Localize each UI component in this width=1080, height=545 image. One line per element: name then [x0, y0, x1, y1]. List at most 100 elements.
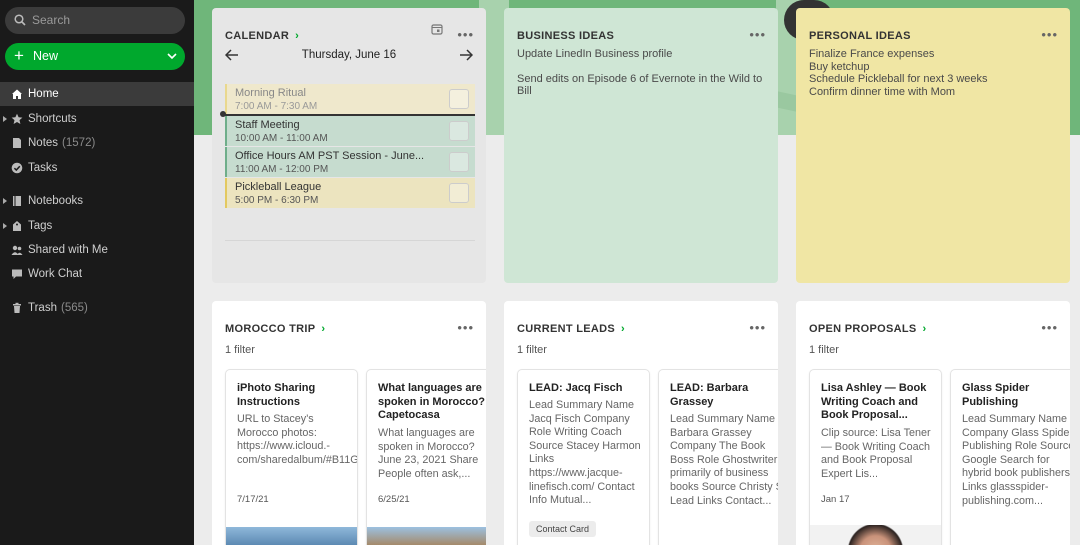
open-proposals-widget: OPEN PROPOSALS › ••• 1 filter Lisa Ashley… — [796, 301, 1070, 545]
event-time: 5:00 PM - 6:30 PM — [235, 195, 319, 206]
sidebar-item-notebooks[interactable]: Notebooks — [0, 189, 194, 213]
widget-title[interactable]: PERSONAL IDEAS — [809, 30, 911, 42]
card-title: What languages are spoken in Morocco? | … — [378, 382, 486, 421]
event-time: 10:00 AM - 11:00 AM — [235, 133, 328, 144]
card-title: iPhoto Sharing Instructions — [237, 382, 316, 408]
widget-title[interactable]: OPEN PROPOSALS › — [809, 323, 926, 335]
add-note-icon[interactable] — [449, 183, 469, 203]
note-card[interactable]: Lisa Ashley — Book Writing Coach and Boo… — [809, 369, 942, 545]
more-options-icon[interactable]: ••• — [749, 321, 766, 334]
current-leads-widget: CURRENT LEADS › ••• 1 filter LEAD: Jacq F… — [504, 301, 778, 545]
sidebar-item-home[interactable]: Home — [0, 82, 194, 106]
people-icon — [11, 245, 23, 255]
note-card[interactable]: LEAD: Jacq Fisch Lead Summary Name Jacq … — [517, 369, 650, 545]
business-ideas-widget[interactable]: BUSINESS IDEAS ••• Update LinedIn Busine… — [504, 8, 778, 283]
expand-icon[interactable] — [3, 198, 7, 204]
sidebar-item-tasks[interactable]: Tasks — [0, 156, 194, 180]
sidebar-item-label: Work Chat — [28, 268, 83, 280]
check-circle-icon — [11, 162, 23, 174]
calendar-title[interactable]: CALENDAR › — [225, 30, 299, 42]
card-title: LEAD: Barbara Grassey — [670, 382, 749, 408]
add-note-icon[interactable] — [449, 89, 469, 109]
card-date: Jan 17 — [821, 494, 850, 505]
sidebar-item-tags[interactable]: Tags — [0, 214, 194, 238]
note-icon — [13, 138, 21, 148]
note-card[interactable]: LEAD: Barbara Grassey Lead Summary Name … — [658, 369, 778, 545]
more-options-icon[interactable]: ••• — [749, 28, 766, 41]
more-options-icon[interactable]: ••• — [457, 28, 474, 41]
trash-count: (565) — [60, 302, 88, 314]
calendar-event[interactable]: Pickleball League 5:00 PM - 6:30 PM — [225, 178, 475, 208]
calendar-event[interactable]: Office Hours AM PST Session - June... 11… — [225, 147, 475, 177]
event-title: Staff Meeting — [235, 119, 300, 131]
note-content: Update LinedIn Business profile Send edi… — [517, 48, 768, 98]
sidebar-item-work-chat[interactable]: Work Chat — [0, 262, 194, 286]
card-date: 7/17/21 — [237, 494, 269, 505]
tag-icon — [13, 221, 21, 231]
sidebar-item-shared[interactable]: Shared with Me — [0, 238, 194, 262]
expand-icon[interactable] — [3, 223, 7, 229]
note-line: Update LinedIn Business profile — [517, 48, 673, 60]
card-title: Lisa Ashley — Book Writing Coach and Boo… — [821, 382, 927, 421]
card-snippet: Lead Summary Name Company Glass Spider P… — [962, 413, 1070, 507]
sidebar-item-label: Shared with Me — [28, 244, 108, 256]
new-button-label: New — [33, 49, 59, 63]
note-line: Send edits on Episode 6 of Evernote in t… — [517, 72, 763, 98]
event-title: Pickleball League — [235, 181, 322, 193]
sidebar-item-label: Notebooks — [28, 195, 83, 207]
sidebar-item-label: Shortcuts — [28, 113, 77, 125]
note-line: Finalize France expenses — [809, 48, 935, 60]
chevron-down-icon[interactable] — [167, 51, 177, 61]
notebook-icon — [13, 196, 21, 206]
plus-icon: + — [14, 46, 24, 65]
morocco-trip-widget: MOROCCO TRIP › ••• 1 filter iPhoto Sharin… — [212, 301, 486, 545]
note-line: Buy ketchup — [809, 60, 870, 73]
calendar-icon[interactable] — [431, 23, 443, 35]
chat-icon — [12, 269, 22, 279]
widget-title[interactable]: BUSINESS IDEAS — [517, 30, 614, 42]
arrow-right-icon[interactable] — [459, 49, 473, 61]
card-title: LEAD: Jacq Fisch — [529, 382, 623, 394]
sidebar-item-label: Notes — [28, 137, 59, 149]
sidebar-item-shortcuts[interactable]: Shortcuts — [0, 107, 194, 131]
chevron-right-icon: › — [321, 323, 326, 335]
calendar-event[interactable]: Morning Ritual 7:00 AM - 7:30 AM — [225, 84, 475, 114]
notes-count: (1572) — [62, 137, 96, 149]
note-content: Finalize France expenses Buy ketchup Sch… — [809, 48, 988, 98]
sidebar-item-trash[interactable]: Trash (565) — [0, 296, 194, 320]
add-note-icon[interactable] — [449, 121, 469, 141]
filter-label[interactable]: 1 filter — [225, 344, 255, 356]
card-snippet: Lead Summary Name Jacq Fisch Company Rol… — [529, 399, 641, 507]
tag-chip[interactable]: Contact Card — [529, 521, 597, 537]
note-card[interactable]: What languages are spoken in Morocco? | … — [366, 369, 486, 545]
card-thumbnail — [226, 527, 357, 545]
new-button[interactable]: + New — [5, 43, 185, 70]
note-card[interactable]: iPhoto Sharing Instructions URL to Stace… — [225, 369, 358, 545]
home-dashboard: CALENDAR › ••• Thursday, June 16 Morning … — [194, 0, 1080, 545]
widget-title[interactable]: CURRENT LEADS › — [517, 323, 625, 335]
event-time: 7:00 AM - 7:30 AM — [235, 101, 318, 112]
filter-label[interactable]: 1 filter — [517, 344, 547, 356]
filter-label[interactable]: 1 filter — [809, 344, 839, 356]
more-options-icon[interactable]: ••• — [1041, 321, 1058, 334]
card-date: 6/25/21 — [378, 494, 410, 505]
search-input[interactable]: Search — [5, 7, 185, 34]
card-snippet: Clip source: Lisa Tener — Book Writing C… — [821, 427, 931, 480]
card-title: Glass Spider Publishing — [962, 382, 1030, 408]
more-options-icon[interactable]: ••• — [1041, 28, 1058, 41]
calendar-date: Thursday, June 16 — [301, 49, 397, 61]
sidebar-item-notes[interactable]: Notes (1572) — [0, 131, 194, 155]
expand-icon[interactable] — [3, 116, 7, 122]
calendar-event[interactable]: Staff Meeting 10:00 AM - 11:00 AM — [225, 116, 475, 146]
divider — [225, 240, 475, 241]
note-card[interactable]: Glass Spider Publishing Lead Summary Nam… — [950, 369, 1070, 545]
event-title: Office Hours AM PST Session - June... — [235, 150, 425, 162]
search-icon — [14, 14, 26, 26]
card-snippet: What languages are spoken in Morocco? Ju… — [378, 427, 479, 480]
home-icon — [12, 89, 22, 99]
add-note-icon[interactable] — [449, 152, 469, 172]
card-snippet: URL to Stacey's Morocco photos: https://… — [237, 413, 358, 466]
more-options-icon[interactable]: ••• — [457, 321, 474, 334]
personal-ideas-widget[interactable]: PERSONAL IDEAS ••• Finalize France expen… — [796, 8, 1070, 283]
widget-title[interactable]: MOROCCO TRIP › — [225, 323, 325, 335]
